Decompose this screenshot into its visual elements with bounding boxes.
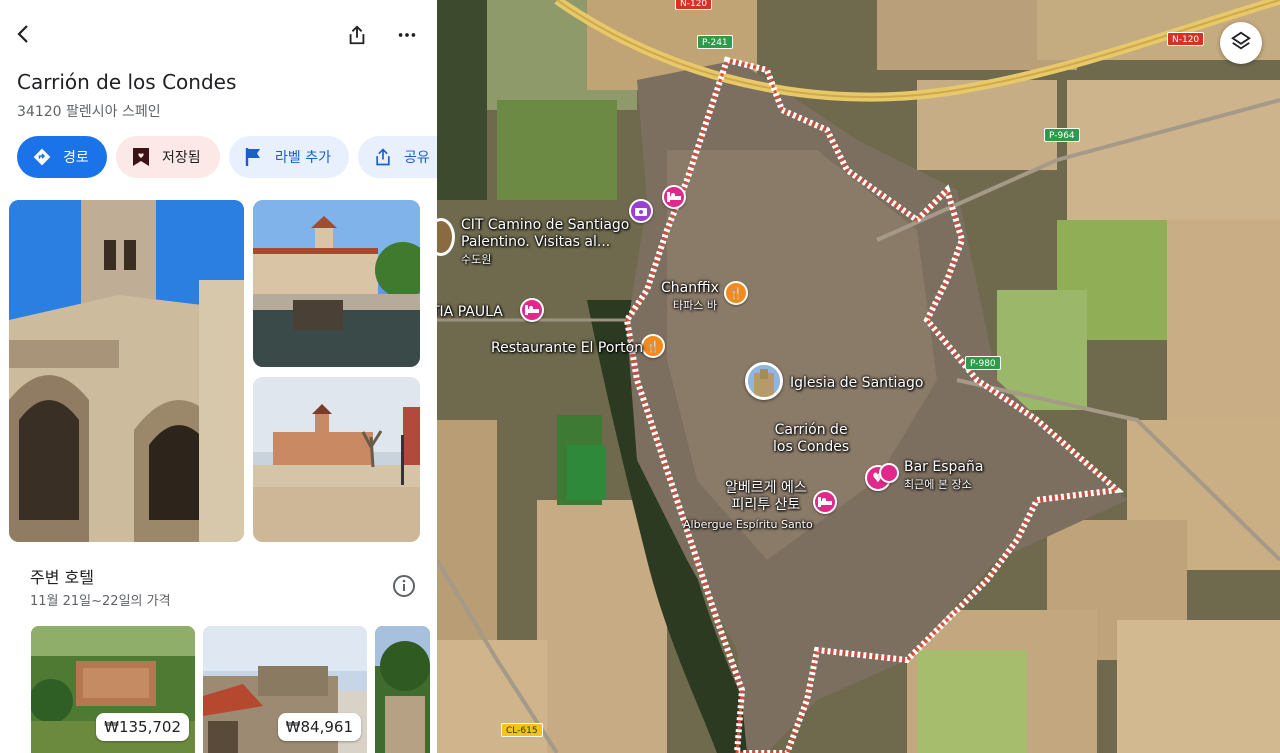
poi-title: Chanffix	[661, 280, 719, 296]
road-shield-cl615: CL-615	[501, 723, 543, 737]
poi-label-albergue[interactable]: 알베르게 에스 피리투 산토	[725, 480, 807, 514]
directions-icon	[31, 146, 53, 168]
flag-icon	[243, 146, 265, 168]
hotel-card[interactable]	[375, 626, 430, 753]
road-shield-p980: P-980	[965, 356, 1001, 370]
poi-label-restaurante[interactable]: Restaurante El Portón	[491, 340, 643, 357]
poi-label-chanffix[interactable]: Chanffix 타파스 바	[661, 280, 719, 314]
hotel-pin[interactable]	[879, 463, 899, 483]
share-chip-button[interactable]: 공유	[358, 136, 437, 178]
nearby-hotels-title: 주변 호텔	[30, 568, 94, 587]
road-shield-n120: N-120	[675, 0, 713, 10]
route-button[interactable]: 경로	[17, 136, 107, 178]
hotel-pin[interactable]	[662, 185, 686, 209]
hotel-card[interactable]: ₩135,702	[31, 626, 195, 753]
poi-label-bar-espana[interactable]: Bar España 최근에 본 장소	[904, 459, 983, 493]
poi-title: Bar España	[904, 459, 984, 475]
share-icon[interactable]	[339, 17, 375, 53]
place-address: 34120 팔렌시아 스페인	[17, 104, 161, 120]
nearby-hotels-dates: 11월 21일~22일의 가격	[30, 594, 171, 609]
route-label: 경로	[63, 150, 89, 166]
hotel-price: ₩135,702	[96, 713, 189, 741]
poi-title: 알베르게 에스	[725, 480, 807, 496]
saved-label: 저장됨	[162, 150, 201, 166]
photo-plaza-town-hall[interactable]	[253, 200, 420, 367]
share-icon	[372, 146, 394, 168]
poi-subtitle-albergue: Albergue Espíritu Santo	[683, 518, 813, 531]
poi-title: CIT Camino de Santiago	[461, 217, 630, 233]
hotel-pin[interactable]	[813, 490, 837, 514]
action-chips: 경로 저장됨 라벨 추가 공유	[17, 136, 437, 178]
saved-button[interactable]: 저장됨	[116, 136, 220, 178]
road-shield-p241: P-241	[697, 35, 733, 49]
restaurant-pin[interactable]: 🍴	[641, 334, 665, 358]
saved-heart-icon	[130, 146, 152, 168]
camera-poi-pin[interactable]	[629, 199, 653, 223]
place-panel: Carrión de los Condes 34120 팔렌시아 스페인 경로 …	[0, 0, 437, 753]
add-label-button[interactable]: 라벨 추가	[229, 136, 349, 178]
poi-label-tia-paula[interactable]: TIA PAULA	[437, 304, 503, 321]
fork-knife-icon: 🍴	[729, 286, 743, 300]
road-shield-p964: P-964	[1044, 128, 1080, 142]
layers-icon	[1230, 30, 1252, 56]
poi-category: 수도원	[461, 253, 492, 266]
photo-church[interactable]	[9, 200, 244, 542]
place-title: Carrión de los Condes	[17, 70, 237, 94]
poi-label-cit[interactable]: CIT Camino de Santiago Palentino. Visita…	[461, 217, 629, 268]
church-photo-marker[interactable]	[745, 362, 783, 400]
share-chip-label: 공유	[404, 150, 430, 166]
road-shield-n120: N-120	[1167, 32, 1205, 46]
more-vert-icon[interactable]	[389, 17, 425, 53]
poi-title: 피리투 산토	[731, 497, 801, 513]
poi-title: Palentino. Visitas al...	[461, 234, 611, 250]
layers-button[interactable]	[1220, 22, 1262, 64]
fork-knife-icon: 🍴	[646, 339, 660, 353]
add-label-text: 라벨 추가	[275, 150, 331, 166]
photo-plaza-square[interactable]	[253, 377, 420, 542]
town-name: los Condes	[773, 439, 850, 455]
map-view[interactable]: N-120 N-120 P-241 P-964 P-980 CL-615 CIT…	[437, 0, 1280, 753]
poi-category: 타파스 바	[673, 299, 717, 312]
hotel-price: ₩84,961	[277, 713, 361, 741]
hotel-card[interactable]: ₩84,961	[203, 626, 367, 753]
poi-label-iglesia[interactable]: Iglesia de Santiago	[790, 375, 923, 392]
back-arrow-icon[interactable]	[6, 16, 42, 52]
info-icon[interactable]	[392, 574, 416, 598]
town-name: Carrión de	[774, 422, 848, 438]
hotel-pin[interactable]	[520, 298, 544, 322]
panel-toolbar	[0, 0, 437, 70]
restaurant-pin[interactable]: 🍴	[724, 281, 748, 305]
poi-recent-badge: 최근에 본 장소	[904, 478, 972, 491]
town-label: Carrión de los Condes	[773, 422, 849, 456]
